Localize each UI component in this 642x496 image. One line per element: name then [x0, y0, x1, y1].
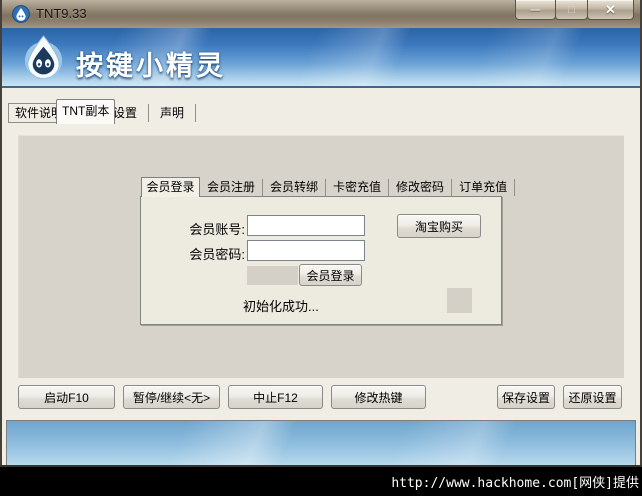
minimize-icon: ─: [531, 2, 540, 17]
password-input[interactable]: [247, 240, 365, 261]
credit-bar: http://www.hackhome.com[网侠]提供: [0, 467, 642, 496]
window-title: TNT9.33: [36, 6, 87, 21]
member-tab-order-recharge[interactable]: 订单充值: [452, 179, 515, 196]
tab-tnt-copy[interactable]: TNT副本: [56, 99, 115, 124]
maximize-icon: □: [568, 4, 575, 16]
member-tab-change-password[interactable]: 修改密码: [389, 179, 452, 196]
blank-status-box: [247, 266, 298, 285]
credit-text: http://www.hackhome.com[网侠]提供: [391, 472, 639, 491]
member-tab-card-recharge[interactable]: 卡密充值: [326, 179, 389, 196]
account-label: 会员账号:: [155, 219, 245, 238]
app-window: TNT9.33 ─ □ ✕ 按键小精灵 软件说明 TNT副本 设置 声明: [0, 0, 642, 467]
stop-f12-button[interactable]: 中止F12: [228, 385, 323, 409]
maximize-button[interactable]: □: [555, 0, 588, 20]
password-label: 会员密码:: [155, 244, 245, 263]
taobao-buy-button[interactable]: 淘宝购买: [397, 214, 481, 238]
minimize-button[interactable]: ─: [515, 0, 556, 20]
app-name: 按键小精灵: [76, 44, 226, 83]
start-f10-button[interactable]: 启动F10: [18, 385, 115, 409]
account-input[interactable]: [247, 215, 365, 236]
footer-skin-bar: [6, 420, 636, 466]
window-bottom-edge: [0, 465, 642, 467]
tab-statement[interactable]: 声明: [149, 104, 196, 122]
pause-resume-button[interactable]: 暂停/继续<无>: [123, 385, 220, 409]
member-tab-login[interactable]: 会员登录: [141, 177, 200, 197]
restore-settings-button[interactable]: 还原设置: [563, 385, 622, 409]
app-icon: [12, 5, 30, 23]
close-button[interactable]: ✕: [587, 0, 634, 20]
member-tab-row: 会员注册 会员转绑 卡密充值 修改密码 订单充值: [200, 179, 515, 196]
mascot-logo-icon: [20, 34, 67, 81]
member-tab-register[interactable]: 会员注册: [200, 179, 263, 196]
titlebar[interactable]: TNT9.33 ─ □ ✕: [0, 0, 642, 28]
init-status-text: 初始化成功...: [243, 296, 319, 315]
modify-hotkey-button[interactable]: 修改热键: [331, 385, 426, 409]
save-settings-button[interactable]: 保存设置: [497, 385, 555, 409]
window-controls: ─ □ ✕: [516, 0, 634, 20]
window-left-edge: [0, 0, 2, 467]
blank-indicator-box: [447, 288, 472, 313]
member-login-button[interactable]: 会员登录: [299, 264, 362, 286]
nav-tab-row: 设置 声明: [102, 104, 196, 122]
member-tab-rebind[interactable]: 会员转绑: [263, 179, 326, 196]
close-icon: ✕: [605, 2, 616, 18]
